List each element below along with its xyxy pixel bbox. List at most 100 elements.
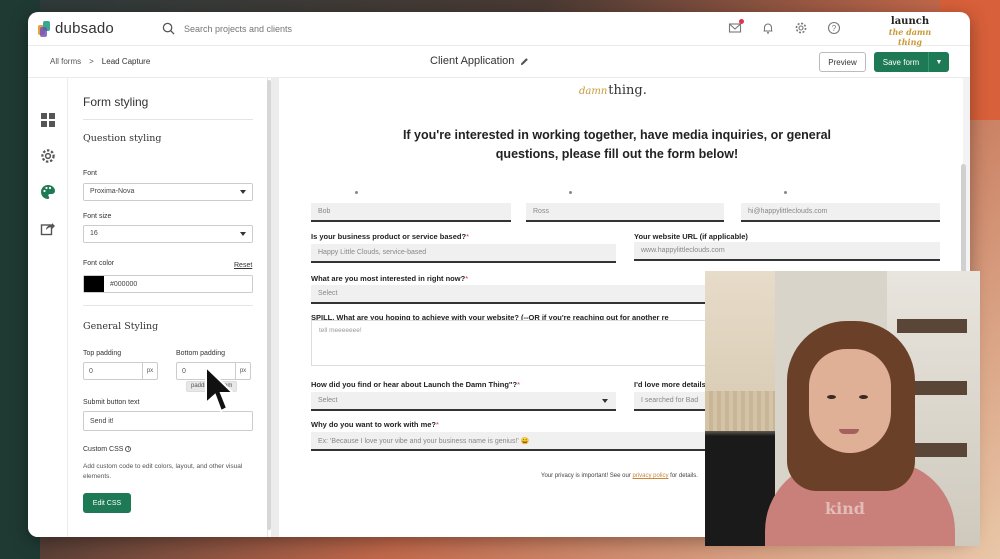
panel-title: Form styling (83, 95, 149, 109)
bell-icon[interactable] (761, 21, 775, 35)
pencil-icon[interactable] (520, 57, 529, 66)
interest-select[interactable]: Select (311, 285, 741, 304)
dubsado-logo-icon (38, 20, 50, 37)
form-styling-panel: Form styling Question styling Font Proxi… (68, 78, 268, 537)
font-select[interactable]: Proxima-Nova (83, 183, 253, 201)
webcam-overlay: kind (705, 271, 980, 546)
share-icon[interactable] (40, 220, 56, 236)
website-question-label: Your website URL (if applicable) (634, 232, 748, 241)
required-mark: * (436, 420, 439, 429)
svg-text:?: ? (832, 24, 837, 33)
custom-css-label: Custom CSS i (83, 446, 132, 453)
top-padding-unit: px (142, 363, 157, 379)
color-swatch[interactable] (84, 276, 104, 292)
general-styling-heading: General Styling (83, 321, 159, 332)
found-select[interactable]: Select (311, 392, 616, 411)
business-type-field[interactable]: Happy Little Clouds, service-based (311, 244, 616, 263)
custom-css-label-text: Custom CSS (83, 446, 124, 453)
breadcrumb-current: Lead Capture (101, 57, 151, 66)
privacy-text: Your privacy is important! See our (541, 473, 633, 479)
last-name-field[interactable]: Ross (526, 203, 724, 222)
interest-question-label: What are you most interested in right no… (311, 274, 468, 283)
preview-button[interactable]: Preview (819, 52, 866, 72)
first-name-field[interactable]: Bob (311, 203, 511, 222)
business-question-text: Is your business product or service base… (311, 232, 467, 241)
form-logo-text: thing. (608, 83, 647, 98)
font-select-value: Proxima-Nova (90, 188, 135, 195)
bullet-dot (569, 191, 572, 194)
details-question-label: I'd love more details (634, 380, 706, 389)
info-icon[interactable]: i (125, 446, 132, 452)
app-logo-text: dubsado (55, 20, 114, 37)
breadcrumb-all-forms[interactable]: All forms (50, 57, 81, 66)
font-label: Font (83, 170, 98, 177)
left-icon-rail (28, 78, 68, 537)
cam-fringe (705, 391, 775, 431)
search-icon[interactable] (162, 22, 175, 35)
found-question-label: How did you find or hear about Launch th… (311, 380, 520, 389)
form-logo-script: damn (579, 86, 608, 97)
brand-logo-script: the damn thing (888, 27, 932, 47)
font-size-value: 16 (90, 230, 98, 237)
font-size-select[interactable]: 16 (83, 225, 253, 243)
sub-bar: All forms > Lead Capture Client Applicat… (28, 46, 970, 78)
bottom-padding-label: Bottom padding (176, 350, 226, 357)
save-form-button[interactable]: Save form ▼ (874, 52, 949, 72)
gear-icon[interactable] (794, 21, 808, 35)
notification-dot (739, 19, 744, 24)
brand-logo-text: launch (890, 16, 930, 27)
why-question-text: Why do you want to work with me? (311, 420, 436, 429)
privacy-policy-link[interactable]: privacy policy (633, 473, 669, 479)
required-mark: * (517, 380, 520, 389)
spill-textarea[interactable]: tell meeeeeee! (311, 320, 711, 366)
cam-shirt-text: kind (825, 499, 865, 518)
found-question-text: How did you find or hear about Launch th… (311, 380, 518, 389)
custom-css-help: Add custom code to edit colors, layout, … (83, 463, 243, 480)
divider (83, 119, 253, 120)
settings-gear-icon[interactable] (40, 148, 56, 164)
bullet-dot (784, 191, 787, 194)
grid-icon[interactable] (40, 112, 56, 128)
font-color-label: Font color (83, 260, 115, 267)
top-padding-label: Top padding (83, 350, 122, 357)
submit-button-text-label: Submit button text (83, 399, 140, 406)
cam-person-face (809, 349, 891, 453)
required-mark: * (466, 232, 469, 241)
question-styling-heading: Question styling (83, 133, 162, 144)
interest-question-text: What are you most interested in right no… (311, 274, 466, 283)
breadcrumb: All forms > Lead Capture (50, 57, 150, 66)
privacy-text-end: for details. (668, 473, 698, 479)
save-dropdown-caret-icon[interactable]: ▼ (928, 52, 949, 72)
font-color-input[interactable]: #000000 (83, 275, 253, 293)
found-select-value: Select (318, 397, 338, 404)
chevron-down-icon (240, 190, 246, 194)
form-heading: If you're interested in working together… (402, 128, 832, 161)
page-title-text: Client Application (430, 55, 515, 67)
breadcrumb-separator: > (89, 57, 94, 66)
cam-eye (859, 395, 868, 399)
form-logo: damnthing. (579, 83, 647, 98)
reset-link[interactable]: Reset (234, 262, 252, 269)
business-question-label: Is your business product or service base… (311, 232, 469, 241)
cam-mouth (839, 429, 859, 434)
mail-icon[interactable] (728, 19, 744, 35)
website-url-field[interactable]: www.happylittleclouds.com (634, 242, 940, 261)
page-title: Client Application (430, 55, 529, 67)
help-icon[interactable]: ? (827, 21, 841, 35)
why-field[interactable]: Ex: 'Because I love your vibe and your b… (311, 432, 741, 451)
top-padding-input[interactable]: 0 px (83, 362, 158, 380)
edit-css-button[interactable]: Edit CSS (83, 493, 131, 513)
mouse-cursor-icon (205, 365, 236, 413)
top-bar: dubsado ? launch the damn thing (28, 12, 970, 48)
chevron-down-icon (240, 232, 246, 236)
privacy-note: Your privacy is important! See our priva… (541, 473, 698, 479)
search-input[interactable] (184, 20, 404, 38)
why-question-label: Why do you want to work with me?* (311, 420, 439, 429)
palette-icon[interactable] (40, 184, 56, 200)
top-icons: ? (728, 19, 841, 35)
brand-logo[interactable]: launch the damn thing (886, 16, 934, 48)
bullet-dot (355, 191, 358, 194)
email-field[interactable]: hi@happylittleclouds.com (741, 203, 940, 222)
app-logo[interactable]: dubsado (38, 20, 114, 37)
font-color-value: #000000 (110, 280, 138, 288)
